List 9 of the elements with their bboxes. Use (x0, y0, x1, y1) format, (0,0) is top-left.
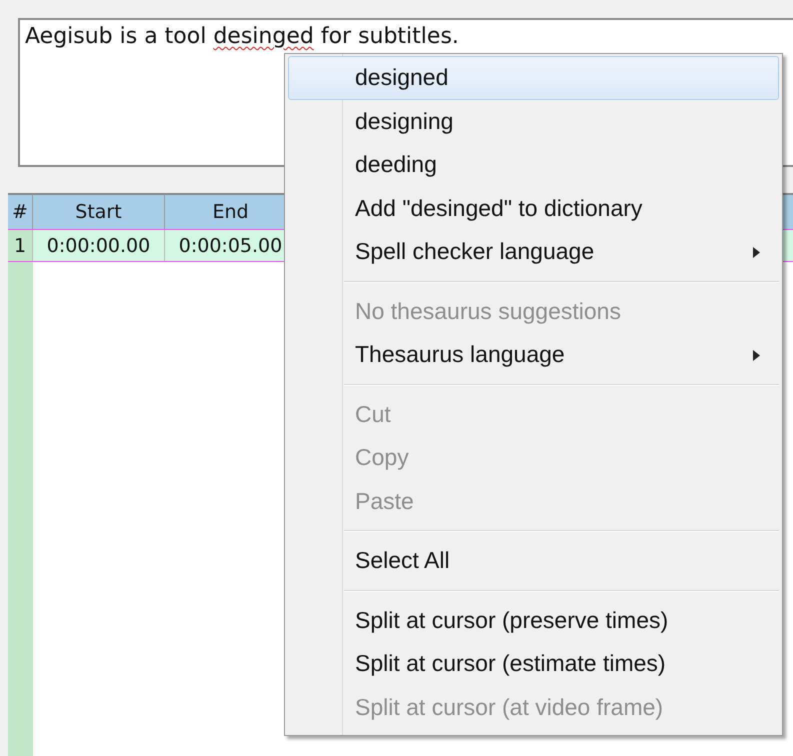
table-cell: 0:00:00.00 (33, 230, 165, 261)
menu-item[interactable]: designed (288, 56, 779, 100)
row-number: 1 (8, 230, 33, 261)
menu-item[interactable]: Select All (288, 539, 779, 582)
menu-item[interactable]: Split at cursor (preserve times) (288, 598, 779, 642)
editor-text: Aegisub is a tool desinged for subtitles. (25, 24, 460, 49)
menu-item[interactable]: Split at cursor (estimate times) (288, 642, 779, 686)
menu-item[interactable]: designing (288, 100, 779, 143)
menu-item[interactable]: Thesaurus language (288, 333, 779, 376)
